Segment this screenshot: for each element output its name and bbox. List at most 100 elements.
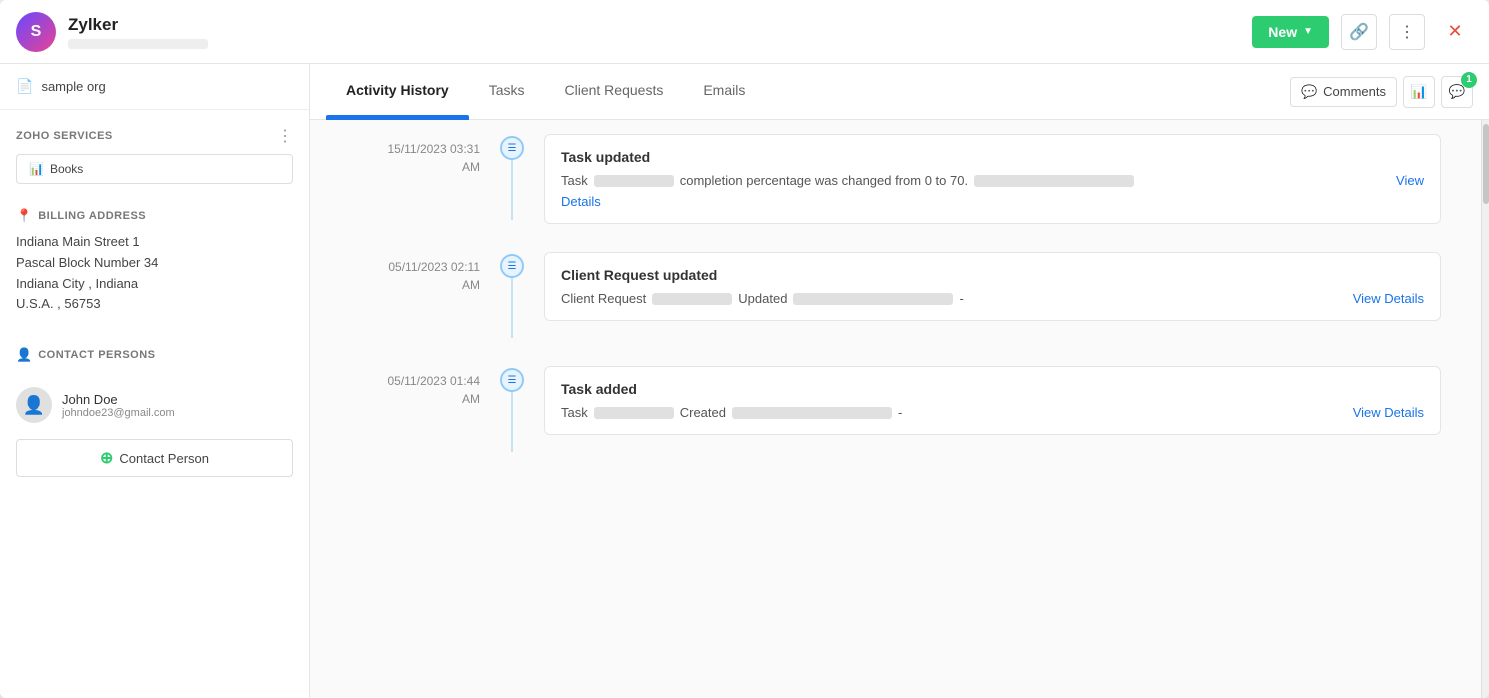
dot-icon-3: ☰ xyxy=(508,375,517,386)
analytics-icon: 📊 xyxy=(1411,84,1428,100)
timeline-item-3: 05/11/2023 01:44 AM ☰ Task added xyxy=(350,368,1441,452)
app-header: S Zylker New ▼ 🔗 ⋮ ✕ xyxy=(0,0,1489,64)
tab-client-requests-label: Client Requests xyxy=(565,82,664,98)
books-icon: 📊 xyxy=(29,162,44,176)
billing-address: Indiana Main Street 1 Pascal Block Numbe… xyxy=(0,232,309,315)
contact-avatar: 👤 xyxy=(16,387,52,423)
activity-card-3: Task added Task Created - View Details xyxy=(544,366,1441,435)
header-title: Zylker xyxy=(68,15,208,35)
org-icon: 📄 xyxy=(16,78,33,95)
tab-emails[interactable]: Emails xyxy=(683,64,765,120)
content-area: Activity History Tasks Client Requests E… xyxy=(310,64,1489,698)
more-options-button[interactable]: ⋮ xyxy=(1389,14,1425,50)
add-contact-button[interactable]: ⊕ Contact Person xyxy=(16,439,293,477)
tab-client-requests[interactable]: Client Requests xyxy=(545,64,684,120)
attachment-icon: 🔗 xyxy=(1349,22,1369,42)
attachment-button[interactable]: 🔗 xyxy=(1341,14,1377,50)
zoho-services-menu-icon[interactable]: ⋮ xyxy=(277,126,293,146)
org-name: sample org xyxy=(41,79,105,94)
contact-info: John Doe johndoe23@gmail.com xyxy=(62,392,175,419)
desc-middle-2: Updated xyxy=(738,291,787,306)
person-icon: 👤 xyxy=(16,347,32,363)
activity-title-2: Client Request updated xyxy=(561,267,1424,283)
desc-prefix-2: Client Request xyxy=(561,291,646,306)
tab-activity-history[interactable]: Activity History xyxy=(326,64,469,120)
contact-persons-section: 👤 CONTACT PERSONS xyxy=(0,331,309,371)
redacted-1b xyxy=(974,175,1134,187)
dash-3: - xyxy=(898,405,902,420)
activity-body-3: Task Created - View Details xyxy=(561,405,1424,420)
comments-label: Comments xyxy=(1323,84,1386,99)
more-icon: ⋮ xyxy=(1399,22,1415,42)
add-contact-icon: ⊕ xyxy=(100,448,113,468)
comment-icon: 💬 xyxy=(1301,84,1317,100)
chat-button[interactable]: 💬 1 xyxy=(1441,76,1473,108)
billing-line-4: U.S.A. , 56753 xyxy=(16,294,293,315)
activity-title-1: Task updated xyxy=(561,149,1424,165)
close-icon: ✕ xyxy=(1447,21,1462,42)
activity-body-1: Task completion percentage was changed f… xyxy=(561,173,1424,188)
tab-tasks[interactable]: Tasks xyxy=(469,64,545,120)
contact-persons-label: CONTACT PERSONS xyxy=(38,349,155,361)
view-link-1[interactable]: View xyxy=(1396,173,1424,188)
tab-tasks-label: Tasks xyxy=(489,82,525,98)
contact-name: John Doe xyxy=(62,392,175,407)
activity-title-3: Task added xyxy=(561,381,1424,397)
view-link-3[interactable]: View Details xyxy=(1353,405,1424,420)
redacted-1 xyxy=(594,175,674,187)
analytics-button[interactable]: 📊 xyxy=(1403,76,1435,108)
timeline-line-col-2: ☰ xyxy=(500,254,524,338)
dropdown-arrow-icon: ▼ xyxy=(1303,26,1313,37)
scrollbar-track[interactable] xyxy=(1481,120,1489,698)
billing-line-1: Indiana Main Street 1 xyxy=(16,232,293,253)
activity-card-1: Task updated Task completion percentage … xyxy=(544,134,1441,224)
timeline-dot-3: ☰ xyxy=(500,368,524,392)
redacted-3b xyxy=(732,407,892,419)
desc-prefix-1: Task xyxy=(561,173,588,188)
close-button[interactable]: ✕ xyxy=(1437,14,1473,50)
redacted-2b xyxy=(793,293,953,305)
dot-icon-2: ☰ xyxy=(508,261,517,272)
person-avatar-icon: 👤 xyxy=(23,395,45,416)
timeline-dot-1: ☰ xyxy=(500,136,524,160)
new-button[interactable]: New ▼ xyxy=(1252,16,1329,48)
main-body: 📄 sample org ZOHO SERVICES ⋮ 📊 Books 📍 B… xyxy=(0,64,1489,698)
timeline-dot-2: ☰ xyxy=(500,254,524,278)
timeline-item-2: 05/11/2023 02:11 AM ☰ Client Request up xyxy=(350,254,1441,338)
contact-email: johndoe23@gmail.com xyxy=(62,407,175,419)
timeline-item: 15/11/2023 03:31 AM ☰ Task updated xyxy=(350,136,1441,224)
time-suffix-1: AM xyxy=(462,160,480,174)
activity-card-2: Client Request updated Client Request Up… xyxy=(544,252,1441,321)
date-text-1: 15/11/2023 03:31 xyxy=(387,142,480,156)
timeline-date-1: 15/11/2023 03:31 AM xyxy=(350,136,480,176)
dot-icon-1: ☰ xyxy=(508,143,517,154)
avatar: S xyxy=(16,12,56,52)
chat-badge: 1 xyxy=(1461,72,1477,88)
activity-body-2: Client Request Updated - View Details xyxy=(561,291,1424,306)
sidebar: 📄 sample org ZOHO SERVICES ⋮ 📊 Books 📍 B… xyxy=(0,64,310,698)
timeline-line-3 xyxy=(511,392,513,452)
desc-middle-3: Created xyxy=(680,405,726,420)
tab-activity-label: Activity History xyxy=(346,82,449,98)
tab-actions: 💬 Comments 📊 💬 1 xyxy=(1290,76,1473,108)
view-link-2[interactable]: View Details xyxy=(1353,291,1424,306)
dash-2: - xyxy=(959,291,963,306)
desc-middle-1: completion percentage was changed from 0… xyxy=(680,173,968,188)
new-button-label: New xyxy=(1268,24,1297,40)
sidebar-org: 📄 sample org xyxy=(0,64,309,110)
billing-address-section: 📍 BILLING ADDRESS xyxy=(0,192,309,232)
tab-emails-label: Emails xyxy=(703,82,745,98)
books-label: Books xyxy=(50,162,83,176)
timeline-line-col-1: ☰ xyxy=(500,136,524,220)
details-link-1[interactable]: Details xyxy=(561,194,601,209)
contact-persons-list: 👤 John Doe johndoe23@gmail.com xyxy=(0,379,309,431)
comments-button[interactable]: 💬 Comments xyxy=(1290,77,1397,107)
activity-scroll[interactable]: 15/11/2023 03:31 AM ☰ Task updated xyxy=(310,120,1481,698)
scrollbar-thumb[interactable] xyxy=(1483,124,1489,204)
desc-prefix-3: Task xyxy=(561,405,588,420)
header-subtitle xyxy=(68,39,208,49)
contact-person-item: 👤 John Doe johndoe23@gmail.com xyxy=(16,379,293,431)
date-text-2: 05/11/2023 02:11 xyxy=(388,260,480,274)
timeline-line-2 xyxy=(511,278,513,338)
books-button[interactable]: 📊 Books xyxy=(16,154,293,184)
